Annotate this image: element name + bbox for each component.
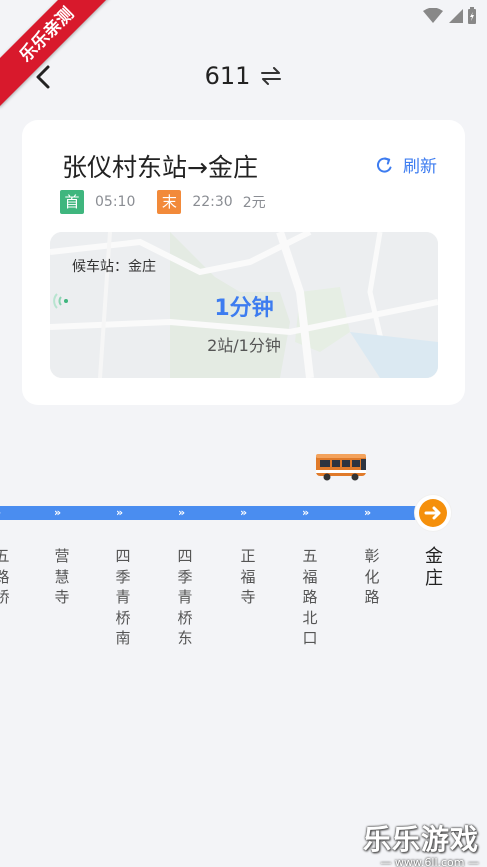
stop-item[interactable]: 正福寺 (236, 546, 260, 608)
stop-item[interactable]: 营慧寺 (50, 546, 74, 608)
status-bar (423, 6, 477, 26)
stop-item[interactable]: 四季青桥南 (111, 546, 135, 649)
direction-chevron-icon: » (364, 506, 372, 519)
direction-chevron-icon: » (116, 506, 124, 519)
signal-icon (449, 9, 463, 23)
route-title: 611 (0, 62, 487, 90)
first-bus-tag: 首 (60, 190, 84, 214)
map-preview[interactable]: 候车站：金庄 1分钟 2站/1分钟 (50, 232, 438, 378)
line-direction: 张仪村东站→金庄 (62, 153, 258, 182)
fare: 2元 (242, 195, 266, 211)
eta-display: 1分钟 (50, 290, 438, 322)
route-number: 611 (204, 62, 251, 90)
direction-chevron-icon: » (0, 506, 1, 520)
site-watermark: 乐乐游戏 — www.6ll.com — (363, 818, 479, 867)
direction-chevron-icon: » (302, 506, 310, 519)
stop-item[interactable]: 彰化路 (360, 546, 384, 608)
last-bus-time: 22:30 (192, 194, 233, 210)
refresh-label: 刷新 (403, 157, 437, 177)
stop-item[interactable]: 四季青桥东 (173, 546, 197, 649)
direction-chevron-icon: » (54, 506, 62, 519)
battery-icon (468, 7, 476, 24)
top-bar: 611 (0, 56, 487, 98)
refresh-icon (376, 157, 392, 173)
swap-direction-icon[interactable] (260, 67, 282, 85)
bus-icon (316, 454, 366, 481)
watermark-url: — www.6ll.com — (380, 856, 479, 867)
eta-time: 1分钟 (214, 296, 274, 321)
direction-chevron-icon: » (240, 506, 248, 519)
stop-terminal[interactable]: 金庄 (421, 546, 447, 590)
direction-chevron-icon: » (178, 506, 186, 519)
first-bus-time: 05:10 (95, 194, 136, 210)
terminal-marker (415, 495, 451, 531)
wifi-icon (423, 8, 443, 23)
refresh-button[interactable]: 刷新 (375, 152, 437, 177)
watermark-title: 乐乐游戏 (362, 823, 479, 856)
stop-item[interactable]: 五福路北口 (298, 546, 322, 649)
waiting-station: 候车站：金庄 (72, 259, 156, 275)
stop-item[interactable]: 五路桥 (0, 546, 14, 608)
service-hours: 首 05:10 末 22:30 2元 (60, 190, 266, 214)
realtime-signal-icon (53, 293, 68, 309)
arrow-right-icon (424, 506, 441, 520)
route-card: 张仪村东站→金庄 刷新 首 05:10 末 22:30 2元 候车站：金庄 1分… (22, 120, 465, 405)
last-bus-tag: 末 (157, 190, 182, 214)
eta-detail: 2站/1分钟 (207, 336, 281, 355)
